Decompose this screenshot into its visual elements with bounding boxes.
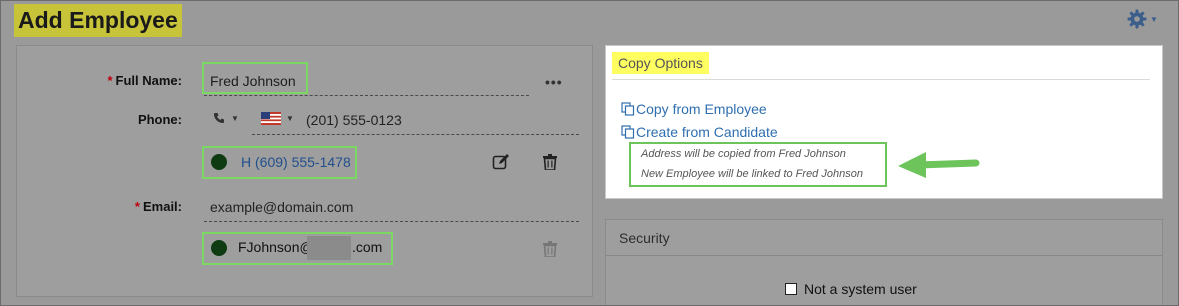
copy-from-employee-link[interactable]: Copy from Employee	[621, 101, 767, 117]
saved-email-start: FJohnson@	[238, 239, 314, 255]
status-dot-icon	[211, 154, 227, 170]
phone-type-dropdown[interactable]: ▼	[213, 112, 239, 124]
saved-phone-link[interactable]: H (609) 555-1478	[241, 154, 351, 170]
page-title: Add Employee	[14, 4, 182, 37]
employee-form-panel: * Full Name: Fred Johnson ••• Phone: ▼ ▼ …	[16, 45, 593, 297]
email-label: * Email:	[134, 199, 182, 214]
trash-icon[interactable]	[543, 154, 557, 170]
status-dot-icon	[211, 240, 227, 256]
redaction-block	[307, 236, 351, 260]
email-underline	[204, 221, 579, 222]
divider	[606, 255, 1162, 256]
settings-menu-button[interactable]: ▼	[1127, 9, 1158, 29]
create-from-candidate-link[interactable]: Create from Candidate	[621, 124, 778, 140]
chevron-down-icon: ▼	[231, 113, 239, 123]
phone-icon	[214, 113, 224, 123]
copy-notes-box: Address will be copied from Fred Johnson…	[629, 142, 887, 187]
address-copy-note: Address will be copied from Fred Johnson	[641, 148, 846, 160]
divider	[612, 79, 1150, 80]
trash-icon	[543, 241, 557, 257]
phone-label: Phone:	[137, 112, 182, 127]
full-name-underline	[204, 95, 529, 96]
copy-options-panel: Copy Options Copy from Employee Create f…	[605, 45, 1163, 199]
us-flag-icon	[261, 112, 281, 125]
not-system-user-checkbox[interactable]	[785, 283, 797, 295]
saved-email-end: .com	[352, 239, 383, 255]
email-input[interactable]: example@domain.com	[210, 199, 353, 215]
more-options-button[interactable]: •••	[545, 74, 563, 90]
copy-icon	[621, 102, 635, 116]
annotation-highlight	[202, 62, 308, 94]
phone-underline	[252, 134, 579, 135]
required-marker: *	[107, 73, 113, 88]
not-system-user-label[interactable]: Not a system user	[804, 281, 917, 297]
gear-icon	[1127, 9, 1147, 29]
add-employee-page: Add Employee ▼ * Full Name: Fred Johnson …	[0, 0, 1179, 306]
phone-input[interactable]: (201) 555-0123	[306, 112, 402, 128]
chevron-down-icon: ▼	[1150, 14, 1158, 24]
required-marker: *	[134, 199, 140, 214]
copy-icon	[621, 125, 635, 139]
annotation-arrow-icon	[898, 152, 980, 178]
employee-link-note: New Employee will be linked to Fred John…	[641, 168, 863, 180]
security-panel: Security Not a system user	[605, 219, 1163, 305]
country-code-dropdown[interactable]: ▼	[261, 112, 294, 125]
chevron-down-icon: ▼	[286, 114, 294, 123]
edit-icon[interactable]	[492, 153, 510, 171]
security-title: Security	[619, 230, 670, 246]
copy-options-title: Copy Options	[612, 52, 709, 74]
full-name-label: * Full Name:	[107, 73, 182, 88]
